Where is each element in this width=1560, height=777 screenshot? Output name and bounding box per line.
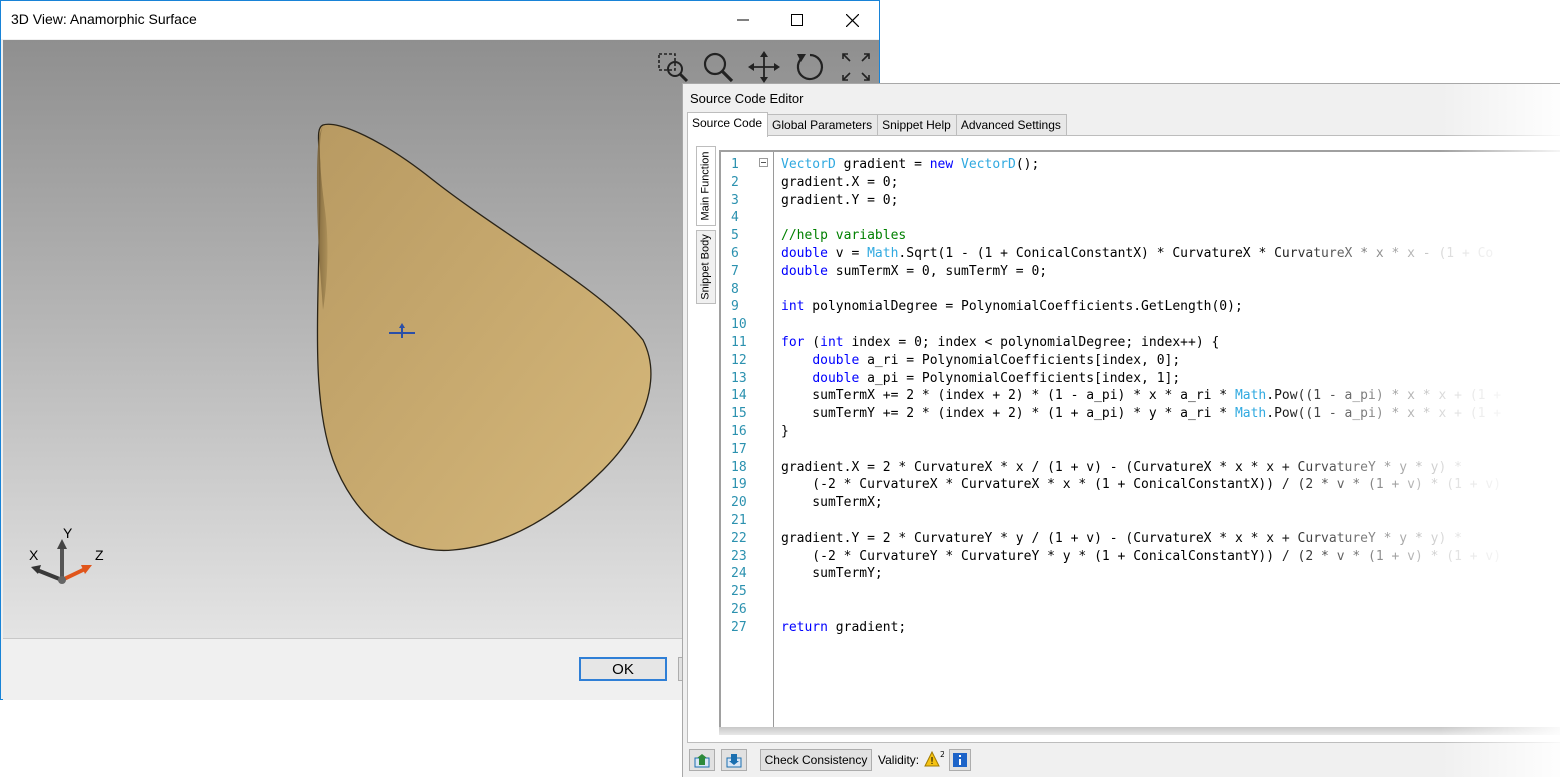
line-number: 21 [731,513,747,528]
line-number: 9 [731,299,739,315]
import-icon [694,754,710,768]
title-bar: 3D View: Anamorphic Surface [1,1,879,39]
minimize-icon [737,19,749,21]
code-line[interactable]: gradient.Y = 0; [781,192,898,210]
code-line[interactable]: double sumTermX = 0, sumTermY = 0; [781,263,1047,281]
axis-label-y: Y [63,525,73,541]
code-line[interactable]: sumTermY; [781,565,882,583]
close-icon [845,13,859,27]
axis-label-x: X [29,547,39,563]
fold-toggle-icon[interactable] [759,158,768,167]
code-line[interactable]: gradient.X = 0; [781,174,898,192]
tab-snippet-help[interactable]: Snippet Help [877,114,957,137]
tab-advanced-settings[interactable]: Advanced Settings [955,114,1067,137]
code-line[interactable]: return gradient; [781,619,906,637]
line-number: 26 [731,602,747,617]
svg-text:2: 2 [940,750,944,759]
code-line[interactable]: VectorD gradient = new VectorD(); [781,156,1039,174]
line-number: 10 [731,317,747,333]
code-editor[interactable]: 1 2 3 4 5 6 7 8 9 10 11 12 13 14 15 16 17 18 19 20 21 22 23 24 2… [719,150,1560,727]
code-line[interactable]: } [781,423,789,441]
line-number: 25 [731,584,747,600]
side-tabs: Main Function Snippet Body [696,146,716,308]
code-line[interactable]: double v = Math.Sqrt(1 - (1 + ConicalCon… [781,245,1493,263]
line-number: 22 [731,530,747,546]
line-number: 5 [731,228,739,244]
source-code-panel: Main Function Snippet Body 1 2 3 4 5 6 7 8 9 10 11… [687,135,1560,743]
line-number: 15 [731,406,747,422]
window-title: 3D View: Anamorphic Surface [11,11,197,27]
line-number: 3 [731,192,739,208]
line-number: 2 [731,174,739,190]
line-number: 6 [731,246,739,261]
warning-icon: ! 2 [924,749,945,769]
ok-button[interactable]: OK [579,657,667,681]
validity-label: Validity: [878,753,920,767]
editor-footer: Check Consistency Validity: ! 2 [683,743,1560,777]
tab-global-parameters[interactable]: Global Parameters [767,114,879,137]
line-number: 16 [731,424,747,439]
code-line[interactable]: int polynomialDegree = PolynomialCoeffic… [781,298,1243,316]
minimize-button[interactable] [715,1,771,39]
info-icon [953,753,967,767]
tab-source-code[interactable]: Source Code [687,112,769,137]
code-line[interactable]: double a_pi = PolynomialCoefficients[ind… [781,370,1180,388]
check-consistency-button[interactable]: Check Consistency [760,749,872,771]
maximize-icon [791,14,803,26]
line-number: 12 [731,352,747,368]
code-line[interactable]: sumTermX += 2 * (index + 2) * (1 - a_pi)… [781,387,1501,405]
code-line[interactable]: sumTermY += 2 * (index + 2) * (1 + a_pi)… [781,405,1501,423]
line-number: 11 [731,335,747,350]
code-line[interactable]: for (int index = 0; index < polynomialDe… [781,334,1219,352]
editor-title: Source Code Editor [690,91,804,106]
line-number: 7 [731,263,739,279]
maximize-button[interactable] [769,1,825,39]
axis-label-z: Z [95,547,104,563]
code-line[interactable]: double a_ri = PolynomialCoefficients[ind… [781,352,1180,370]
code-line[interactable]: (-2 * CurvatureX * CurvatureX * x * (1 +… [781,476,1501,494]
line-number: 18 [731,459,747,475]
editor-tabs: Source Code Global Parameters Snippet He… [687,112,1067,137]
line-number: 17 [731,441,747,457]
line-number: 27 [731,619,747,635]
code-line[interactable]: gradient.X = 2 * CurvatureX * x / (1 + v… [781,459,1462,477]
source-code-editor: Source Code Editor Source Code Global Pa… [682,83,1560,777]
line-number: 1 [731,157,739,172]
side-tab-main-function[interactable]: Main Function [696,146,716,226]
line-number: 20 [731,495,747,511]
line-number: 24 [731,566,747,582]
export-icon [726,754,742,768]
axis-triad: Y X Z [25,525,115,595]
side-tab-snippet-body[interactable]: Snippet Body [696,230,716,304]
line-number: 8 [731,281,739,297]
code-line[interactable]: (-2 * CurvatureY * CurvatureY * y * (1 +… [781,548,1501,566]
export-button[interactable] [721,749,747,771]
line-number: 19 [731,477,747,493]
code-line[interactable]: sumTermX; [781,494,882,512]
line-number-gutter: 1 2 3 4 5 6 7 8 9 10 11 12 13 14 15 16 17 18 19 20 21 22 23 24 2… [721,152,774,727]
line-number: 4 [731,210,739,226]
line-number: 23 [731,548,747,564]
code-line[interactable]: gradient.Y = 2 * CurvatureY * y / (1 + v… [781,530,1462,548]
horizontal-scrollbar[interactable] [719,727,1560,735]
code-line[interactable]: //help variables [781,227,906,245]
line-number: 14 [731,388,747,404]
import-button[interactable] [689,749,715,771]
info-button[interactable] [949,749,971,771]
line-number: 13 [731,370,747,386]
close-button[interactable] [824,1,880,39]
svg-text:!: ! [930,756,934,767]
